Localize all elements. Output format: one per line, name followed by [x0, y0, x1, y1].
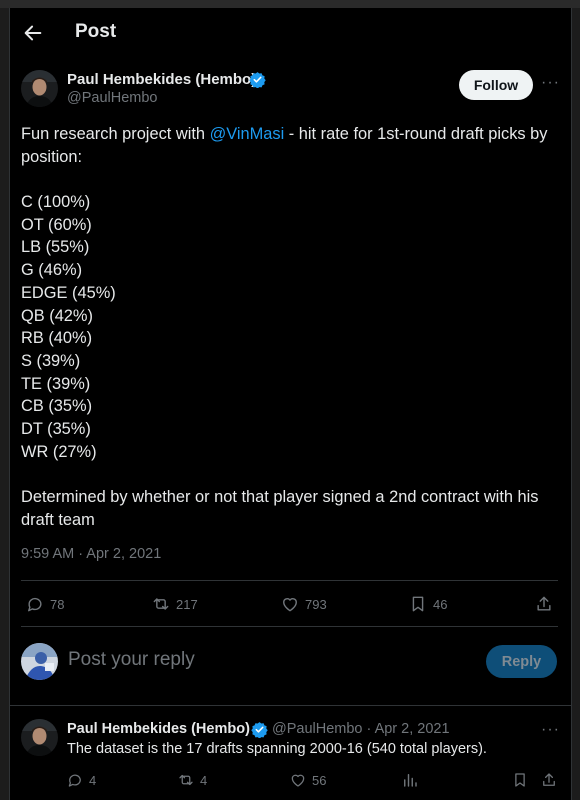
reply-action[interactable]: 78: [25, 594, 64, 614]
reply-analytics-action[interactable]: [401, 771, 419, 789]
list-item: EDGE (45%): [21, 283, 116, 302]
divider: [21, 580, 558, 581]
bookmark-count: 46: [433, 596, 448, 612]
column-border-left: [9, 8, 10, 800]
verified-badge-icon: [251, 722, 268, 738]
list-item: OT (60%): [21, 215, 92, 234]
position-list: C (100%) OT (60%) LB (55%) G (46%) EDGE …: [21, 191, 566, 463]
reply-reply-action[interactable]: 4: [66, 771, 96, 789]
repost-action[interactable]: 217: [151, 594, 198, 614]
author-name[interactable]: Paul Hembekides (Hembo): [67, 71, 256, 88]
like-action[interactable]: 793: [280, 594, 327, 614]
more-options-icon[interactable]: ···: [541, 74, 560, 92]
repost-count: 4: [200, 772, 208, 788]
list-item: S (39%): [21, 351, 81, 370]
heart-icon: [291, 774, 305, 787]
reply-icon: [28, 597, 42, 612]
user-avatar[interactable]: [21, 643, 58, 680]
author-handle[interactable]: @PaulHembo: [67, 90, 157, 106]
reply-button[interactable]: Reply: [486, 645, 557, 678]
share-icon: [537, 596, 551, 611]
post-footer-text: Determined by whether or not that player…: [21, 488, 539, 529]
reply-handle-date[interactable]: @PaulHembo · Apr 2, 2021: [272, 721, 450, 737]
repost-icon: [153, 598, 169, 610]
author-avatar[interactable]: [21, 70, 58, 107]
window-right-edge: [572, 8, 580, 800]
reply-author-avatar[interactable]: [21, 719, 58, 756]
repost-icon: [179, 774, 193, 786]
bookmark-icon: [412, 596, 424, 612]
list-item: QB (42%): [21, 306, 93, 325]
post-timestamp[interactable]: 9:59 AM · Apr 2, 2021: [21, 546, 161, 562]
follow-button[interactable]: Follow: [459, 70, 533, 100]
reply-repost-action[interactable]: 4: [177, 771, 207, 789]
reply-icon: [68, 774, 81, 787]
analytics-icon: [404, 774, 417, 787]
divider: [9, 705, 571, 706]
reply-more-options-icon[interactable]: ···: [541, 721, 560, 739]
reply-input[interactable]: Post your reply: [68, 649, 195, 671]
like-count: 793: [305, 596, 327, 612]
post-text: Fun research project with @VinMasi - hit…: [21, 123, 566, 531]
reply-count: 78: [50, 596, 65, 612]
reply-like-action[interactable]: 56: [289, 771, 326, 789]
post-intro: Fun research project with @VinMasi - hit…: [21, 125, 548, 166]
divider: [21, 626, 558, 627]
repost-count: 217: [176, 596, 198, 612]
share-icon: [543, 773, 555, 786]
mention-link[interactable]: @VinMasi: [210, 125, 285, 143]
page-title: Post: [75, 21, 117, 42]
list-item: CB (35%): [21, 397, 93, 416]
bookmark-action[interactable]: 46: [408, 594, 447, 614]
share-action[interactable]: [534, 594, 554, 614]
column-border-right: [571, 8, 572, 800]
reply-text: The dataset is the 17 drafts spanning 20…: [67, 741, 487, 757]
reply-share-action[interactable]: [540, 771, 558, 789]
verified-badge-icon: [249, 72, 266, 88]
reply-bookmark-action[interactable]: [511, 771, 529, 789]
window-left-edge: [0, 8, 9, 800]
reply-count: 4: [89, 772, 97, 788]
page-header: Post: [9, 8, 572, 60]
list-item: LB (55%): [21, 238, 90, 257]
list-item: TE (39%): [21, 374, 91, 393]
window-top-edge: [0, 0, 580, 8]
heart-icon: [283, 598, 297, 612]
reply-author-name[interactable]: Paul Hembekides (Hembo): [67, 721, 250, 737]
list-item: G (46%): [21, 261, 83, 280]
list-item: DT (35%): [21, 419, 91, 438]
list-item: WR (27%): [21, 442, 97, 461]
back-arrow-icon[interactable]: [22, 22, 44, 44]
list-item: RB (40%): [21, 329, 93, 348]
list-item: C (100%): [21, 193, 91, 212]
bookmark-icon: [515, 773, 525, 787]
like-count: 56: [312, 772, 327, 788]
